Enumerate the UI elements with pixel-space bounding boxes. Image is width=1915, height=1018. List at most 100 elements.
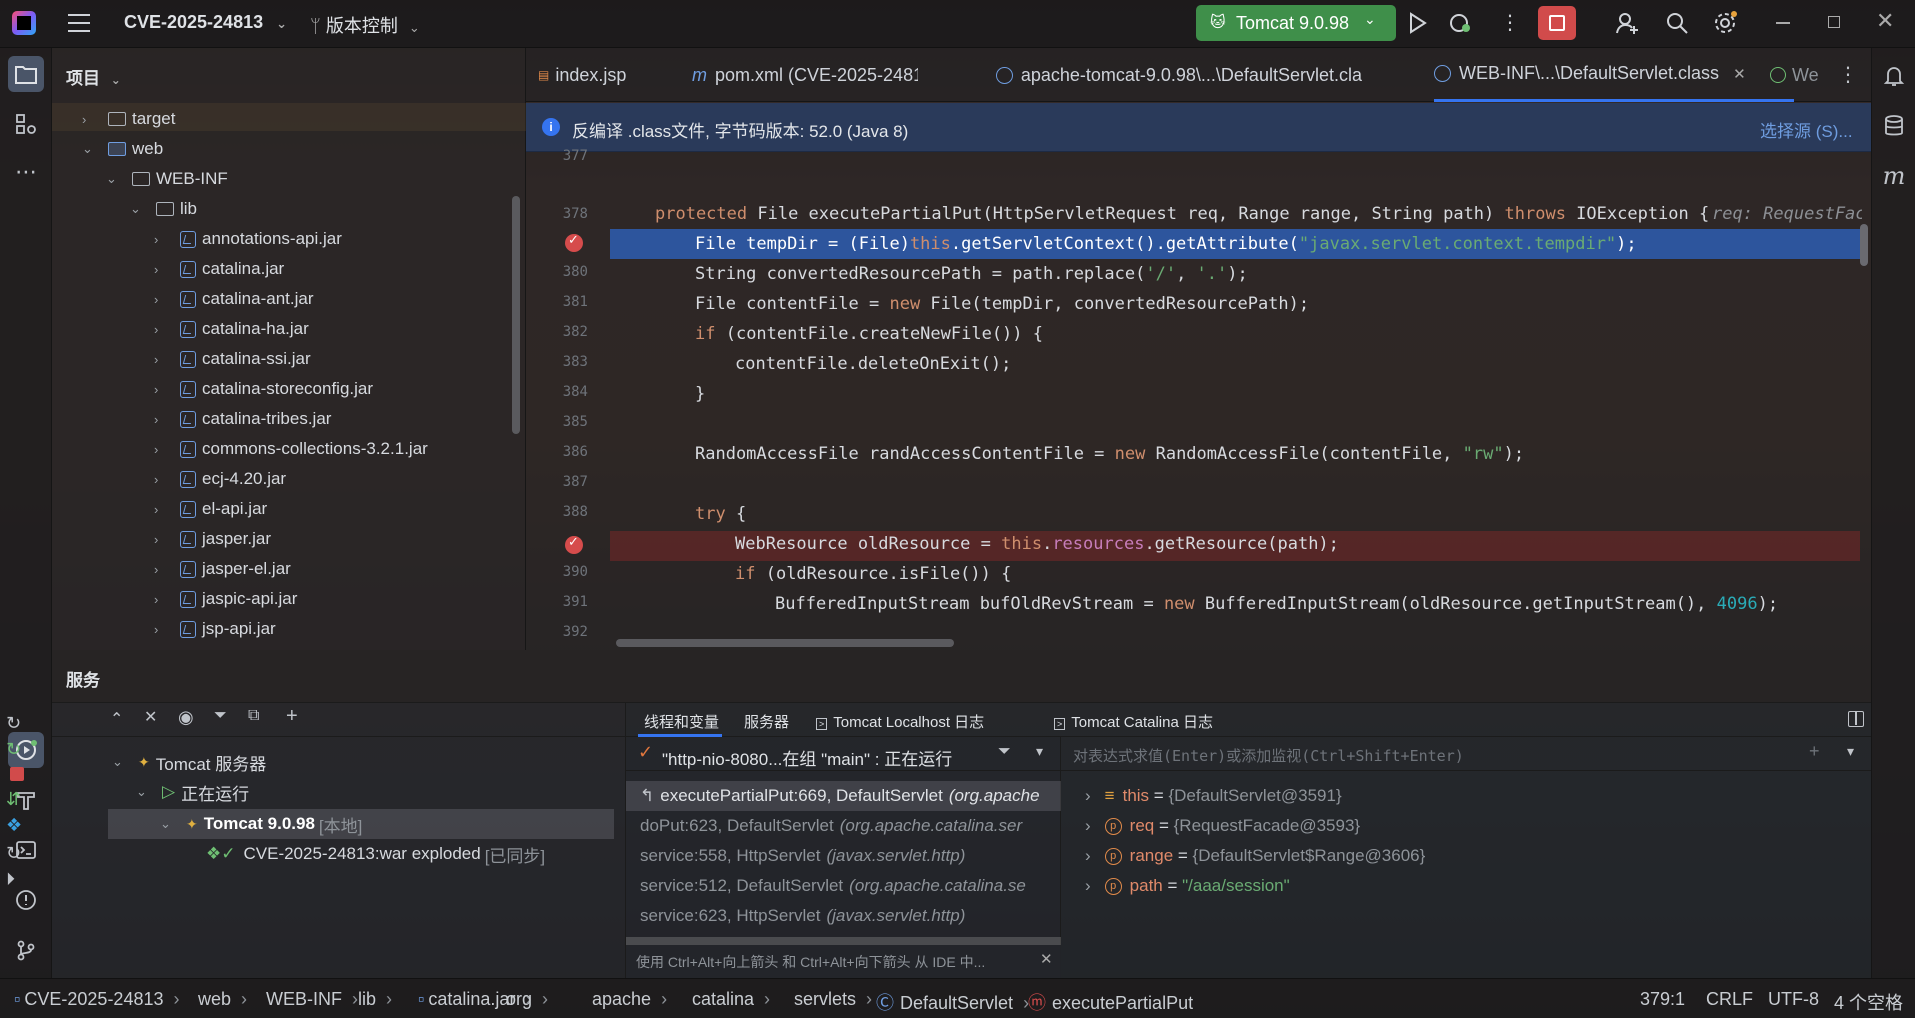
minimize-icon[interactable] xyxy=(1776,22,1790,24)
add-user-icon[interactable] xyxy=(1614,10,1640,36)
tree-item-el-api-jar[interactable]: › el-api.jar xyxy=(154,494,267,524)
chevron-right-icon[interactable]: › xyxy=(1085,876,1091,896)
tab-overflow[interactable]: We xyxy=(1770,48,1820,102)
tree-artifact[interactable]: ❖✓ CVE-2025-24813:war exploded [已同步] xyxy=(206,839,545,869)
tree-item-web[interactable]: ⌄ web xyxy=(82,134,163,164)
chevron-right-icon[interactable]: › xyxy=(1085,786,1091,806)
maven-icon[interactable]: m xyxy=(1876,158,1912,194)
side-refresh-icon[interactable]: ↻ xyxy=(6,713,21,734)
tree-item-catalina-storeconfig-jar[interactable]: › catalina-storeconfig.jar xyxy=(154,374,373,404)
add-service-icon[interactable]: + xyxy=(286,705,298,728)
chevron-down-icon[interactable]: ⌄ xyxy=(106,171,120,187)
stack-frame[interactable]: service:623, HttpServlet (javax.servlet.h… xyxy=(640,901,1061,931)
tab-server[interactable]: 服务器 xyxy=(744,711,789,732)
tab-threads-variables[interactable]: 线程和变量 xyxy=(644,711,719,732)
chevron-right-icon[interactable]: › xyxy=(154,232,168,247)
app-logo-icon[interactable] xyxy=(12,11,36,35)
chevron-right-icon[interactable]: › xyxy=(154,502,168,517)
restore-icon[interactable] xyxy=(1828,16,1840,28)
tabs-more-icon[interactable]: ⋮ xyxy=(1838,62,1858,87)
structure-tool-icon[interactable] xyxy=(8,106,44,142)
breadcrumb-item[interactable]: lib › xyxy=(358,989,392,1010)
tree-tomcat-server[interactable]: ⌄ ✦ Tomcat 9.0.98 [本地] xyxy=(160,809,362,839)
chevron-right-icon[interactable]: › xyxy=(154,622,168,637)
filter-icon[interactable]: ⏷ xyxy=(214,707,227,725)
tree-item-target[interactable]: › target xyxy=(82,104,175,134)
chevron-down-icon[interactable]: ▾ xyxy=(1036,743,1043,760)
filter-icon[interactable]: ⏷ xyxy=(998,743,1011,761)
collapse-all-icon[interactable]: ✕ xyxy=(144,707,157,727)
stop-button[interactable] xyxy=(1538,6,1576,40)
close-icon[interactable]: ✕ xyxy=(1040,950,1053,968)
chevron-down-icon[interactable]: ▾ xyxy=(1847,743,1854,760)
tree-item-annotations-api-jar[interactable]: › annotations-api.jar xyxy=(154,224,342,254)
tab-webinf-defaultservlet[interactable]: WEB-INF\...\DefaultServlet.class ✕ xyxy=(1434,48,1794,102)
side-reload-icon[interactable]: ↻ xyxy=(6,843,21,864)
breadcrumb-item[interactable]: org › xyxy=(506,989,548,1010)
choose-source-link[interactable]: 选择源 (S)... xyxy=(1760,117,1853,142)
caret-position[interactable]: 379:1 xyxy=(1640,989,1685,1010)
variable-row[interactable]: › p range = {DefaultServlet$Range@3606} xyxy=(1085,841,1425,871)
run-config-selector[interactable]: 🐱 Tomcat 9.0.98 ⌄ xyxy=(1196,5,1396,41)
chevron-right-icon[interactable]: › xyxy=(154,412,168,427)
frames-scrollbar[interactable] xyxy=(626,937,1061,945)
breadcrumb-item[interactable]: catalina › xyxy=(692,989,770,1010)
tree-item-ecj-4-20-jar[interactable]: › ecj-4.20.jar xyxy=(154,464,286,494)
breadcrumb-item[interactable]: ⓜ executePartialPut xyxy=(1028,989,1193,1015)
notifications-bell-icon[interactable] xyxy=(1876,58,1912,94)
expand-all-icon[interactable]: ⌃ xyxy=(110,709,123,729)
tree-item-jasper-el-jar[interactable]: › jasper-el.jar xyxy=(154,554,291,584)
indent-setting[interactable]: 4 个空格 xyxy=(1834,989,1903,1015)
tree-running[interactable]: ⌄ ▷ 正在运行 xyxy=(136,777,249,807)
tree-item-web-inf[interactable]: ⌄ WEB-INF xyxy=(106,164,228,194)
tree-item-jaspic-api-jar[interactable]: › jaspic-api.jar xyxy=(154,584,297,614)
thread-selector[interactable]: ✓ "http-nio-8080...在组 "main" : 正在运行 ⏷ ▾ xyxy=(626,737,1061,771)
chevron-right-icon[interactable]: › xyxy=(154,262,168,277)
side-deploy-icon[interactable]: ❖ xyxy=(6,815,22,836)
more-actions-icon[interactable]: ⋮ xyxy=(1500,10,1520,36)
project-tool-icon[interactable] xyxy=(8,56,44,92)
line-separator[interactable]: CRLF xyxy=(1706,989,1753,1010)
chevron-right-icon[interactable]: › xyxy=(154,352,168,367)
tree-item-lib[interactable]: ⌄ lib xyxy=(130,194,197,224)
side-resume-icon[interactable]: ⏵ xyxy=(6,869,15,890)
breadcrumb-item[interactable]: apache › xyxy=(592,989,667,1010)
chevron-down-icon[interactable]: ⌄ xyxy=(82,141,96,157)
close-tab-icon[interactable]: ✕ xyxy=(1733,65,1746,83)
chevron-right-icon[interactable]: › xyxy=(154,322,168,337)
close-icon[interactable]: ✕ xyxy=(1876,8,1894,34)
chevron-right-icon[interactable]: › xyxy=(154,592,168,607)
breadcrumb-item[interactable]: web › xyxy=(198,989,247,1010)
variable-row[interactable]: › p req = {RequestFacade@3593} xyxy=(1085,811,1360,841)
chevron-right-icon[interactable]: › xyxy=(1085,816,1091,836)
chevron-right-icon[interactable]: › xyxy=(154,532,168,547)
chevron-right-icon[interactable]: › xyxy=(82,112,96,127)
tree-item-catalina-jar[interactable]: › catalina.jar xyxy=(154,254,284,284)
vertical-scrollbar[interactable] xyxy=(1860,224,1868,266)
tab-pom-xml[interactable]: m pom.xml (CVE-2025-2481 xyxy=(692,48,918,102)
more-tools-icon[interactable]: ⋯ xyxy=(8,154,44,190)
project-selector[interactable]: CVE-2025-24813 ⌄ xyxy=(124,12,287,33)
tree-item-jsp-api-jar[interactable]: › jsp-api.jar xyxy=(154,614,276,644)
stack-frame[interactable]: service:512, DefaultServlet (org.apache.c… xyxy=(640,871,1061,901)
tree-item-catalina-ssi-jar[interactable]: › catalina-ssi.jar xyxy=(154,344,311,374)
chevron-right-icon[interactable]: › xyxy=(154,442,168,457)
breakpoint-icon[interactable]: ✓ xyxy=(565,232,583,252)
eval-expression-input[interactable]: 对表达式求值(Enter)或添加监视(Ctrl+Shift+Enter) + ▾ xyxy=(1061,737,1871,771)
chevron-right-icon[interactable]: › xyxy=(154,562,168,577)
chevron-down-icon[interactable]: ⌄ xyxy=(130,201,144,217)
chevron-right-icon[interactable]: › xyxy=(154,292,168,307)
new-window-icon[interactable]: ⧉ xyxy=(248,707,259,725)
tree-item-commons-collections-3-2-1-jar[interactable]: › commons-collections-3.2.1.jar xyxy=(154,434,428,464)
breakpoint-icon[interactable]: ✓ xyxy=(565,534,583,554)
code-editor[interactable]: ✓ ✓ 377 378 380 381 382 383 384 385 386 … xyxy=(526,148,1871,650)
file-encoding[interactable]: UTF-8 xyxy=(1768,989,1819,1010)
side-update-icon[interactable]: ⇵ xyxy=(6,789,21,810)
breadcrumb-item[interactable]: WEB-INF › xyxy=(266,989,358,1010)
breadcrumb-item[interactable]: Ⓒ DefaultServlet › xyxy=(876,989,1029,1015)
stack-frame[interactable]: doPut:623, DefaultServlet (org.apache.cat… xyxy=(640,811,1061,841)
breadcrumb-item[interactable]: ▫ CVE-2025-24813 › xyxy=(14,989,180,1010)
git-tool-icon[interactable] xyxy=(8,932,44,968)
side-stop-icon[interactable] xyxy=(10,767,24,781)
stack-frame[interactable]: service:558, HttpServlet (javax.servlet.h… xyxy=(640,841,1061,871)
